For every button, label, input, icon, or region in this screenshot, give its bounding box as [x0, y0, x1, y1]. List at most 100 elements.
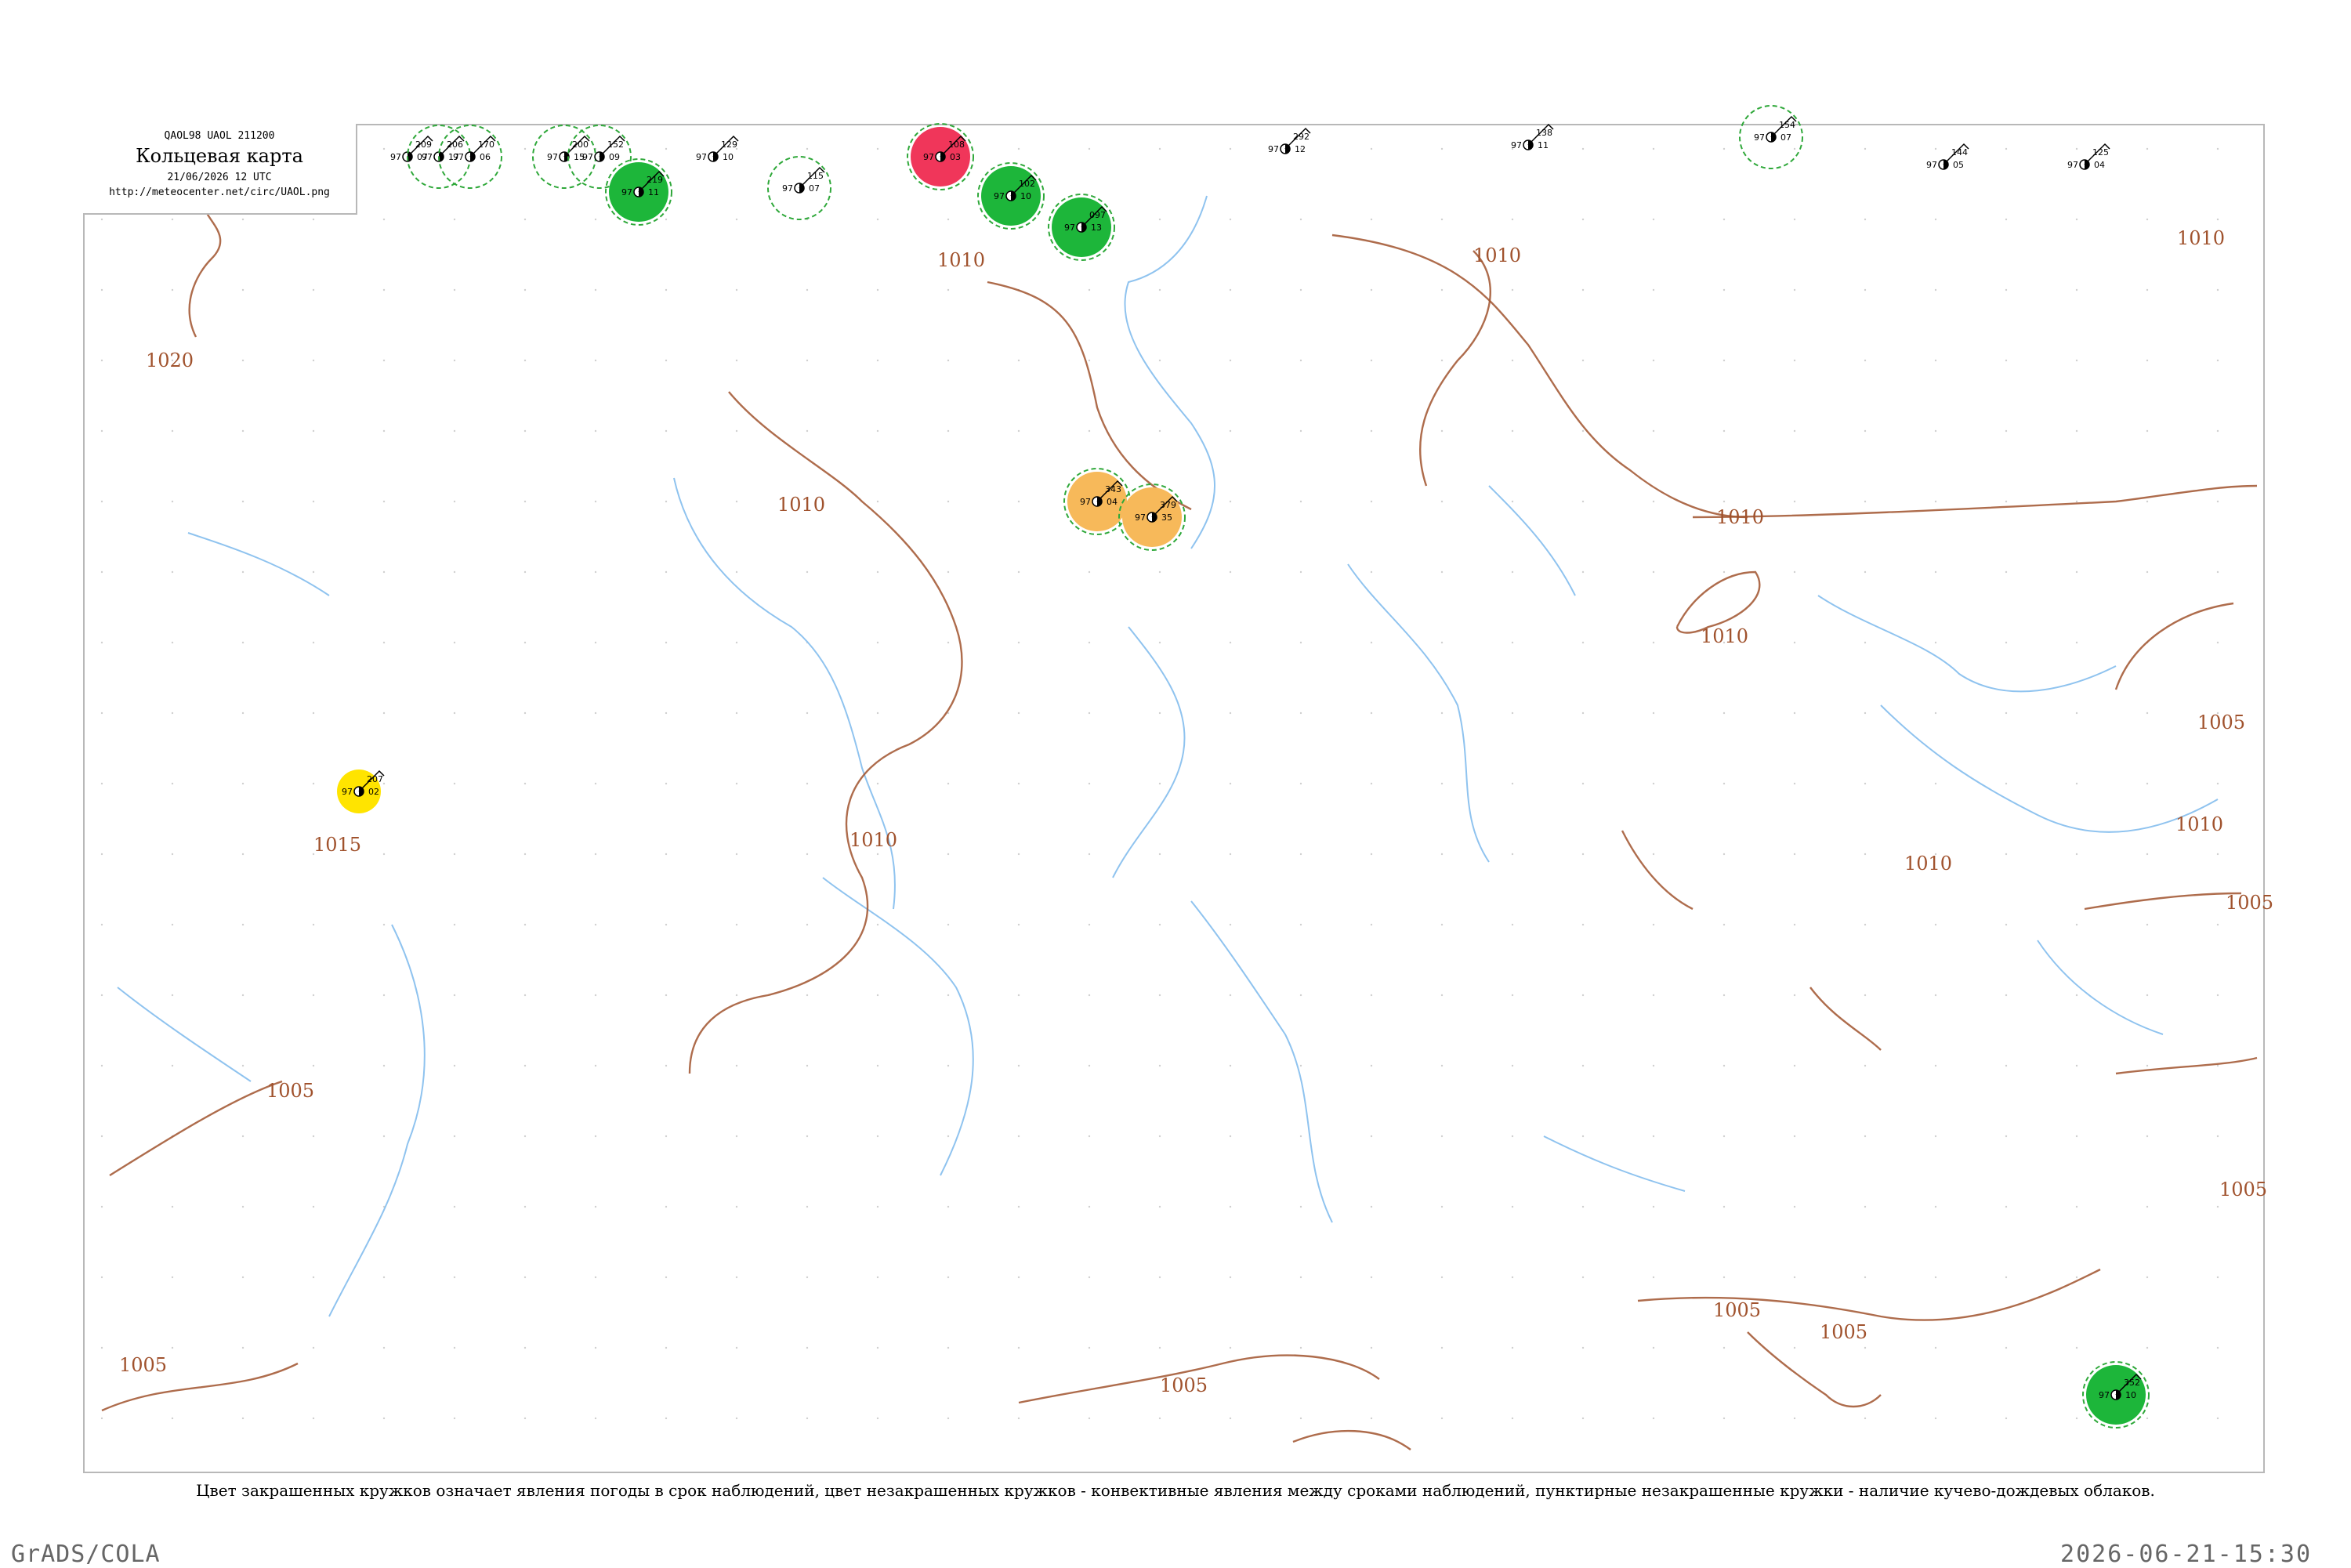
grid-dot — [1652, 570, 1655, 574]
grid-dot — [947, 570, 950, 574]
grid-dot — [1652, 1346, 1655, 1349]
grid-dot — [382, 1417, 386, 1420]
grid-dot — [1158, 1064, 1161, 1067]
grid-dot — [382, 853, 386, 856]
grid-dot — [1652, 288, 1655, 292]
grid-dot — [1864, 1135, 1867, 1138]
grid-dot — [2146, 1135, 2149, 1138]
station-pressure: 097 — [1089, 210, 1106, 220]
station-pressure: 200 — [572, 139, 589, 150]
grid-dot — [594, 1205, 597, 1208]
grid-dot — [1934, 994, 1937, 997]
grid-dot — [2146, 1276, 2149, 1279]
grid-dot — [1088, 641, 1091, 644]
map-title-box: QAOL98 UAOL 211200 Кольцевая карта 21/06… — [83, 124, 357, 215]
grid-dot — [1158, 782, 1161, 785]
grid-dot — [100, 712, 103, 715]
grid-dot — [2146, 1417, 2149, 1420]
grid-dot — [312, 500, 315, 503]
grid-dot — [2005, 1135, 2008, 1138]
grid-dot — [523, 1346, 527, 1349]
isobar-label: 1010 — [1701, 625, 1748, 647]
grid-dot — [1864, 288, 1867, 292]
grid-dot — [876, 853, 879, 856]
grid-dot — [1511, 712, 1514, 715]
grid-dot — [2005, 923, 2008, 926]
grid-dot — [1864, 500, 1867, 503]
grid-dot — [2216, 288, 2219, 292]
station-pressure: 154 — [1779, 120, 1795, 130]
grid-dot — [241, 429, 245, 433]
grid-dot — [1229, 782, 1232, 785]
station-temperature: 97 — [1268, 144, 1279, 154]
grid-dot — [523, 782, 527, 785]
grid-dot — [1652, 923, 1655, 926]
grid-dot — [1440, 288, 1444, 292]
grid-dot — [523, 1417, 527, 1420]
grid-dot — [1440, 1064, 1444, 1067]
grid-dot — [2075, 923, 2078, 926]
grid-dot — [876, 1346, 879, 1349]
grid-dot — [1158, 570, 1161, 574]
grid-dot — [171, 782, 174, 785]
grid-dot — [1511, 1417, 1514, 1420]
station-temperature: 97 — [2067, 160, 2078, 170]
grid-dot — [523, 994, 527, 997]
grid-dot — [2005, 1205, 2008, 1208]
grid-dot — [735, 1346, 738, 1349]
grid-dot — [735, 1276, 738, 1279]
grid-dot — [1934, 1417, 1937, 1420]
grid-dot — [171, 500, 174, 503]
grid-dot — [947, 359, 950, 362]
isobar-label: 1005 — [119, 1354, 167, 1376]
grid-dot — [665, 1276, 668, 1279]
grid-dot — [382, 429, 386, 433]
grid-dot — [594, 288, 597, 292]
grid-dot — [2005, 500, 2008, 503]
grid-dot — [453, 1064, 456, 1067]
grid-dot — [806, 359, 809, 362]
isobar-label: 1005 — [266, 1080, 314, 1102]
grid-dot — [1934, 1346, 1937, 1349]
grid-dot — [806, 1064, 809, 1067]
grid-dot — [453, 1276, 456, 1279]
grid-dot — [1864, 1417, 1867, 1420]
source-url[interactable]: http://meteocenter.net/circ/UAOL.png — [83, 186, 356, 198]
grid-dot — [453, 1205, 456, 1208]
grid-dot — [2075, 1064, 2078, 1067]
grid-dot — [1017, 1417, 1020, 1420]
grid-dot — [523, 570, 527, 574]
grid-dot — [453, 923, 456, 926]
grid-dot — [1370, 429, 1373, 433]
grid-dot — [100, 288, 103, 292]
grid-dot — [1793, 853, 1796, 856]
grid-dot — [1440, 1417, 1444, 1420]
grid-dot — [594, 853, 597, 856]
grid-dot — [1652, 1276, 1655, 1279]
grid-dot — [2005, 1276, 2008, 1279]
grid-dot — [1793, 1276, 1796, 1279]
grid-dot — [594, 712, 597, 715]
grid-dot — [1088, 1064, 1091, 1067]
grid-dot — [947, 994, 950, 997]
grid-dot — [806, 923, 809, 926]
grid-dot — [171, 1205, 174, 1208]
isobar-label: 1020 — [146, 349, 194, 371]
grid-dot — [594, 1064, 597, 1067]
station-pressure: 125 — [2092, 147, 2109, 158]
grid-dot — [665, 359, 668, 362]
grid-dot — [2216, 853, 2219, 856]
grid-dot — [1158, 641, 1161, 644]
map-canvas: 1020 1010 1010 1010 1010 1015 1010 1010 … — [100, 105, 2273, 1450]
grid-dot — [1440, 1276, 1444, 1279]
grid-dot — [947, 218, 950, 221]
grid-dot — [665, 712, 668, 715]
grid-dot — [453, 641, 456, 644]
grid-dot — [2075, 1205, 2078, 1208]
grid-dot — [1864, 641, 1867, 644]
station-temperature: 97 — [2099, 1390, 2110, 1400]
footer-credit: GrADS/COLA — [11, 1541, 161, 1568]
grid-dot — [1511, 570, 1514, 574]
station-temperature: 97 — [923, 152, 934, 162]
grid-dot — [1934, 147, 1937, 150]
